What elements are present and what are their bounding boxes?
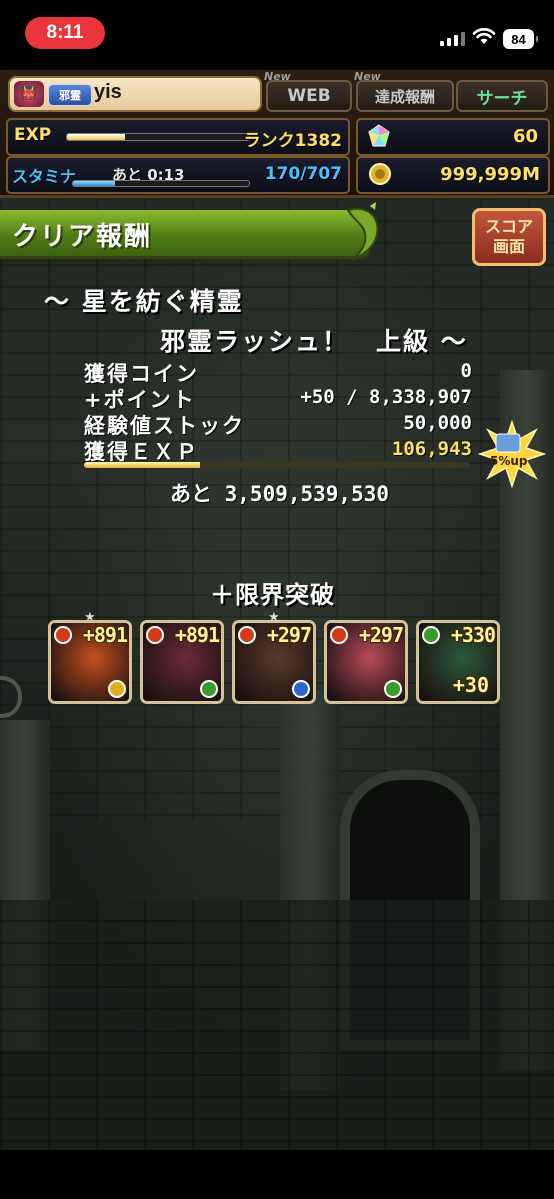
main-attribute-icon xyxy=(54,626,72,644)
demon-face-icon: 👹 xyxy=(14,81,44,107)
battery-indicator: 84 xyxy=(503,29,538,49)
exp-gain-bar xyxy=(84,462,470,468)
star-icon: ★ xyxy=(84,610,96,625)
wifi-icon xyxy=(472,28,496,44)
main-attribute-icon xyxy=(330,626,348,644)
monster-card[interactable]: +297 xyxy=(232,620,316,704)
coin-panel: 999,999M xyxy=(356,156,550,194)
dragon-ornament-icon xyxy=(346,202,379,261)
monster-card[interactable]: +330 +30 xyxy=(416,620,500,704)
exp-progress-bar xyxy=(66,133,250,141)
status-time: 8:11 xyxy=(25,17,105,49)
magic-stone-panel[interactable]: 60 xyxy=(356,118,550,156)
web-button[interactable]: New WEB xyxy=(264,70,352,112)
bottom-bar xyxy=(0,1150,554,1199)
stamina-progress-bar xyxy=(72,180,250,187)
points-value: +50 / 8,338,907 xyxy=(300,386,472,408)
achievement-reward-label: 達成報酬 xyxy=(374,87,435,106)
remaining-exp: あと 3,509,539,530 xyxy=(170,482,390,506)
coin-count: 999,999M xyxy=(440,164,540,185)
rank-text: ランク1382 xyxy=(243,131,342,151)
plus-value: +330 xyxy=(450,623,496,647)
sub-attribute-icon xyxy=(384,680,402,698)
clear-reward-title: クリア報酬 xyxy=(12,222,153,252)
player-nameplate[interactable]: 👹 邪霊 yis xyxy=(8,76,262,112)
score-screen-button[interactable]: スコア 画面 xyxy=(472,208,546,266)
monster-card[interactable]: +891 xyxy=(140,620,224,704)
achievement-reward-button[interactable]: New 達成報酬 xyxy=(354,70,454,112)
extra-plus-value: +30 xyxy=(452,673,489,697)
status-bar: 8:11 84 xyxy=(0,0,554,70)
new-tag: New xyxy=(354,70,381,83)
exp-stock-value: 50,000 xyxy=(403,412,472,434)
plus-value: +891 xyxy=(82,623,128,647)
sub-attribute-icon xyxy=(292,680,310,698)
plus-value: +297 xyxy=(266,623,312,647)
stamina-label: スタミナ xyxy=(12,167,77,186)
sub-attribute-icon xyxy=(108,680,126,698)
exp-gain-fill xyxy=(84,462,200,468)
magic-stone-icon xyxy=(368,124,390,147)
dungeon-title-line1: ～ 星を紡ぐ精霊 xyxy=(44,287,244,316)
exp-label: EXP xyxy=(14,125,52,145)
player-hud: 👹 邪霊 yis New WEB New 達成報酬 サーチ EXP ランク138… xyxy=(0,70,554,198)
exp-gained-value: 106,943 xyxy=(391,438,472,460)
monster-card[interactable]: +891 xyxy=(48,620,132,704)
plus-value: +891 xyxy=(174,623,220,647)
stamina-panel: スタミナ あと 0:13 170/707 xyxy=(6,156,350,194)
star-icon: ★ xyxy=(268,610,280,625)
player-name: yis xyxy=(94,81,122,103)
search-button-label: サーチ xyxy=(476,88,528,109)
exp-progress-fill xyxy=(67,134,126,140)
stamina-progress-fill xyxy=(73,181,116,186)
exp-panel: EXP ランク1382 xyxy=(6,118,350,156)
exp-bonus-badge: 5%up xyxy=(477,419,547,489)
magic-stone-count: 60 xyxy=(512,126,538,147)
score-screen-label: スコア 画面 xyxy=(484,217,533,256)
main-attribute-icon xyxy=(422,626,440,644)
sub-attribute-icon xyxy=(200,680,218,698)
title-badge: 邪霊 xyxy=(48,84,92,106)
plus-value: +297 xyxy=(358,623,404,647)
monster-card[interactable]: +297 xyxy=(324,620,408,704)
game-screen: 👹 邪霊 yis New WEB New 達成報酬 サーチ EXP ランク138… xyxy=(0,70,554,1150)
coin-reward-value: 0 xyxy=(460,360,472,382)
main-attribute-icon xyxy=(238,626,256,644)
main-attribute-icon xyxy=(146,626,164,644)
stamina-value: 170/707 xyxy=(264,164,342,184)
search-button[interactable]: サーチ xyxy=(456,80,548,112)
web-button-label: WEB xyxy=(287,86,331,106)
coin-icon xyxy=(369,163,391,185)
background-floor xyxy=(0,900,554,1150)
limit-break-title: ＋限界突破 xyxy=(210,581,335,609)
clear-reward-banner: クリア報酬 xyxy=(0,210,370,256)
new-tag: New xyxy=(264,70,291,83)
cellular-signal-icon xyxy=(440,32,465,46)
dungeon-title-line2: 邪霊ラッシュ！ 上級 ～ xyxy=(160,327,468,356)
exp-bonus-text: 5%up xyxy=(490,454,528,468)
